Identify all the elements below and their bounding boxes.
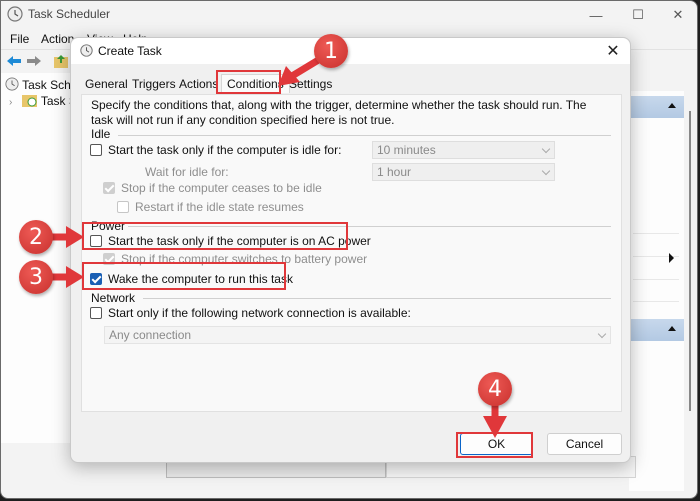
dialog-close-button[interactable]: ✕ [604,42,622,60]
minimize-button[interactable]: — [581,4,611,26]
tab-settings[interactable]: Settings [289,77,332,91]
annotation-badge-2: 2 [19,220,53,254]
conditions-description: Specify the conditions that, along with … [91,98,587,127]
idle-start-checkbox[interactable] [90,144,102,156]
idle-duration-value: 10 minutes [377,143,436,157]
divider [633,233,679,234]
expand-chevron-icon[interactable]: › [9,97,12,108]
ac-power-checkbox-row[interactable]: Start the task only if the computer is o… [90,234,371,248]
maximize-button[interactable]: ☐ [623,4,653,26]
actions-header[interactable] [629,96,684,118]
divider [143,298,611,299]
divider [118,135,611,136]
navigation-tree: Task Scheduler (Local) › Task Scheduler … [1,73,163,443]
divider [633,279,679,280]
chevron-down-icon [541,144,551,154]
actions-header-selected[interactable] [629,319,684,341]
wait-idle-select[interactable]: 1 hour [372,163,555,181]
annotation-badge-1: 1 [314,34,348,68]
folder-up-icon[interactable] [53,53,69,69]
forward-arrow-icon[interactable] [26,53,42,69]
ok-button[interactable]: OK [460,433,533,455]
battery-stop-checkbox-row[interactable]: Stop if the computer switches to battery… [103,252,367,266]
wake-checkbox-row[interactable]: Wake the computer to run this task [90,272,293,286]
wait-idle-label: Wait for idle for: [145,165,229,179]
network-checkbox-row[interactable]: Start only if the following network conn… [90,306,411,320]
wake-checkbox[interactable] [90,273,102,285]
tab-triggers[interactable]: Triggers [132,77,176,91]
collapse-icon[interactable] [668,103,676,108]
idle-start-checkbox-row[interactable]: Start the task only if the computer is i… [90,143,341,157]
scrollbar[interactable] [689,111,691,411]
menu-file[interactable]: File [10,32,29,46]
stop-idle-label: Stop if the computer ceases to be idle [121,181,322,195]
idle-start-label: Start the task only if the computer is i… [108,143,342,157]
network-group-label: Network [91,291,136,305]
clock-icon [5,77,19,91]
stop-idle-checkbox[interactable] [103,182,115,194]
dialog-title: Create Task [98,44,162,58]
ac-power-label: Start the task only if the computer is o… [108,234,371,248]
chevron-down-icon [541,166,551,176]
close-main-button[interactable]: ✕ [663,4,693,26]
wait-idle-value: 1 hour [377,165,412,179]
clock-icon [80,44,93,57]
submenu-arrow-icon[interactable] [669,253,674,263]
restart-idle-checkbox[interactable] [117,201,129,213]
tab-actions[interactable]: Actions [179,77,218,91]
annotation-badge-3: 3 [19,260,53,294]
clock-icon [7,6,23,22]
tab-conditions[interactable]: Conditions [221,74,290,93]
restart-idle-label: Restart if the idle state resumes [135,200,304,214]
stop-idle-checkbox-row[interactable]: Stop if the computer ceases to be idle [103,181,322,195]
dialog-titlebar: Create Task ✕ [71,38,630,64]
annotation-badge-4: 4 [478,372,512,406]
folder-clock-icon [21,95,37,107]
chevron-down-icon [597,329,607,339]
idle-duration-select[interactable]: 10 minutes [372,141,555,159]
divider [128,226,611,227]
network-connection-select[interactable]: Any connection [104,326,611,344]
divider [633,301,679,302]
cancel-button[interactable]: Cancel [547,433,622,455]
create-task-dialog: Create Task ✕ General Triggers Actions C… [70,37,631,463]
restart-idle-checkbox-row[interactable]: Restart if the idle state resumes [117,200,304,214]
actions-pane [629,91,684,491]
main-titlebar: Task Scheduler — ☐ ✕ [1,1,697,28]
tab-general[interactable]: General [85,77,128,91]
battery-stop-checkbox[interactable] [103,253,115,265]
back-arrow-icon[interactable] [6,53,22,69]
network-label: Start only if the following network conn… [108,306,411,320]
idle-group-label: Idle [91,127,111,141]
wake-label: Wake the computer to run this task [108,272,293,286]
network-checkbox[interactable] [90,307,102,319]
collapse-icon[interactable] [668,326,676,331]
network-connection-value: Any connection [109,328,192,342]
battery-stop-label: Stop if the computer switches to battery… [121,252,368,266]
ac-power-checkbox[interactable] [90,235,102,247]
main-window-title: Task Scheduler [28,7,111,21]
power-group-label: Power [91,219,126,233]
conditions-panel: Specify the conditions that, along with … [81,94,622,412]
